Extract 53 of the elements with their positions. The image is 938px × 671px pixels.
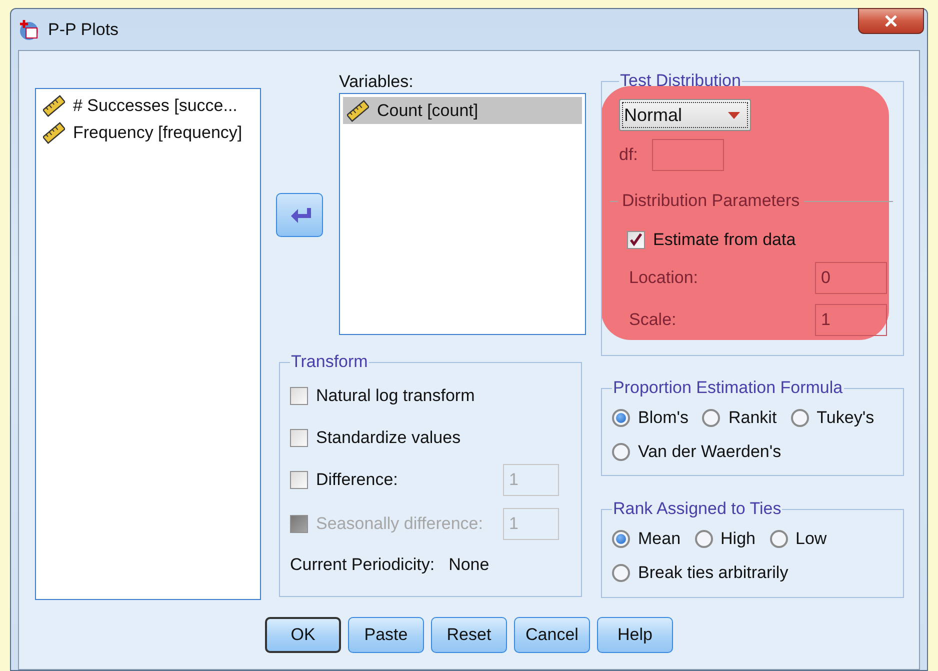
radio-button[interactable] xyxy=(612,530,630,548)
checkbox-label: Natural log transform xyxy=(316,386,475,406)
checkbox-label: Difference: xyxy=(316,470,398,490)
radio-button[interactable] xyxy=(612,409,630,427)
checkbox[interactable] xyxy=(290,429,308,447)
move-button[interactable] xyxy=(276,193,323,237)
radio-label: Break ties arbitrarily xyxy=(638,563,788,583)
checkbox[interactable] xyxy=(290,387,308,405)
distribution-dropdown[interactable]: Normal xyxy=(619,99,751,131)
checkbox[interactable] xyxy=(627,231,645,249)
radio-button[interactable] xyxy=(770,530,788,548)
radio-label: Van der Waerden's xyxy=(638,442,782,462)
field-label: Scale: xyxy=(629,310,676,330)
radio-button[interactable] xyxy=(702,409,720,427)
radio-label: High xyxy=(720,529,756,549)
list-item[interactable]: Frequency [frequency] xyxy=(73,122,242,142)
group-title: Test Distribution xyxy=(619,72,742,90)
checkbox-label: Estimate from data xyxy=(653,230,796,250)
periodicity-label: Current Periodicity: xyxy=(290,555,435,575)
variables-list[interactable]: Count [count] xyxy=(339,93,586,335)
radio-label: Blom's xyxy=(638,408,688,428)
app-icon xyxy=(18,18,40,40)
field-label: Location: xyxy=(629,268,698,288)
radio-button[interactable] xyxy=(790,409,809,427)
section-title: Distribution Parameters xyxy=(622,191,800,211)
window-title: P-P Plots xyxy=(48,20,119,40)
dialog-button[interactable]: OK xyxy=(265,617,341,653)
variables-label: Variables: xyxy=(339,72,414,92)
dialog-button[interactable]: Reset xyxy=(431,617,507,653)
radio-button[interactable] xyxy=(612,564,630,582)
checkbox-label: Standardize values xyxy=(316,428,461,448)
df-label: df: xyxy=(619,145,638,165)
list-item[interactable]: # Successes [succe... xyxy=(73,96,238,116)
dialog-button[interactable]: Cancel xyxy=(514,617,590,653)
radio-label: Mean xyxy=(638,529,681,549)
group-title: Transform xyxy=(290,353,369,371)
arrow-icon xyxy=(288,206,310,224)
close-button[interactable] xyxy=(858,8,924,34)
dialog-button[interactable]: Paste xyxy=(348,617,424,653)
checkbox[interactable] xyxy=(290,471,308,489)
radio-label: Rankit xyxy=(728,408,777,428)
group-title: Proportion Estimation Formula xyxy=(612,379,844,397)
radio-label: Low xyxy=(796,529,827,549)
radio-button[interactable] xyxy=(694,530,713,548)
radio-button[interactable] xyxy=(612,443,630,461)
checkbox-label: Seasonally difference: xyxy=(316,514,483,534)
caret-icon xyxy=(728,112,740,118)
close-icon xyxy=(884,15,898,27)
dialog-button[interactable]: Help xyxy=(597,617,673,653)
radio-label: Tukey's xyxy=(816,408,874,428)
group-title: Rank Assigned to Ties xyxy=(612,500,782,518)
source-variable-list[interactable]: # Successes [succe... Frequency [frequency] xyxy=(35,88,261,600)
periodicity-value: None xyxy=(448,555,490,575)
